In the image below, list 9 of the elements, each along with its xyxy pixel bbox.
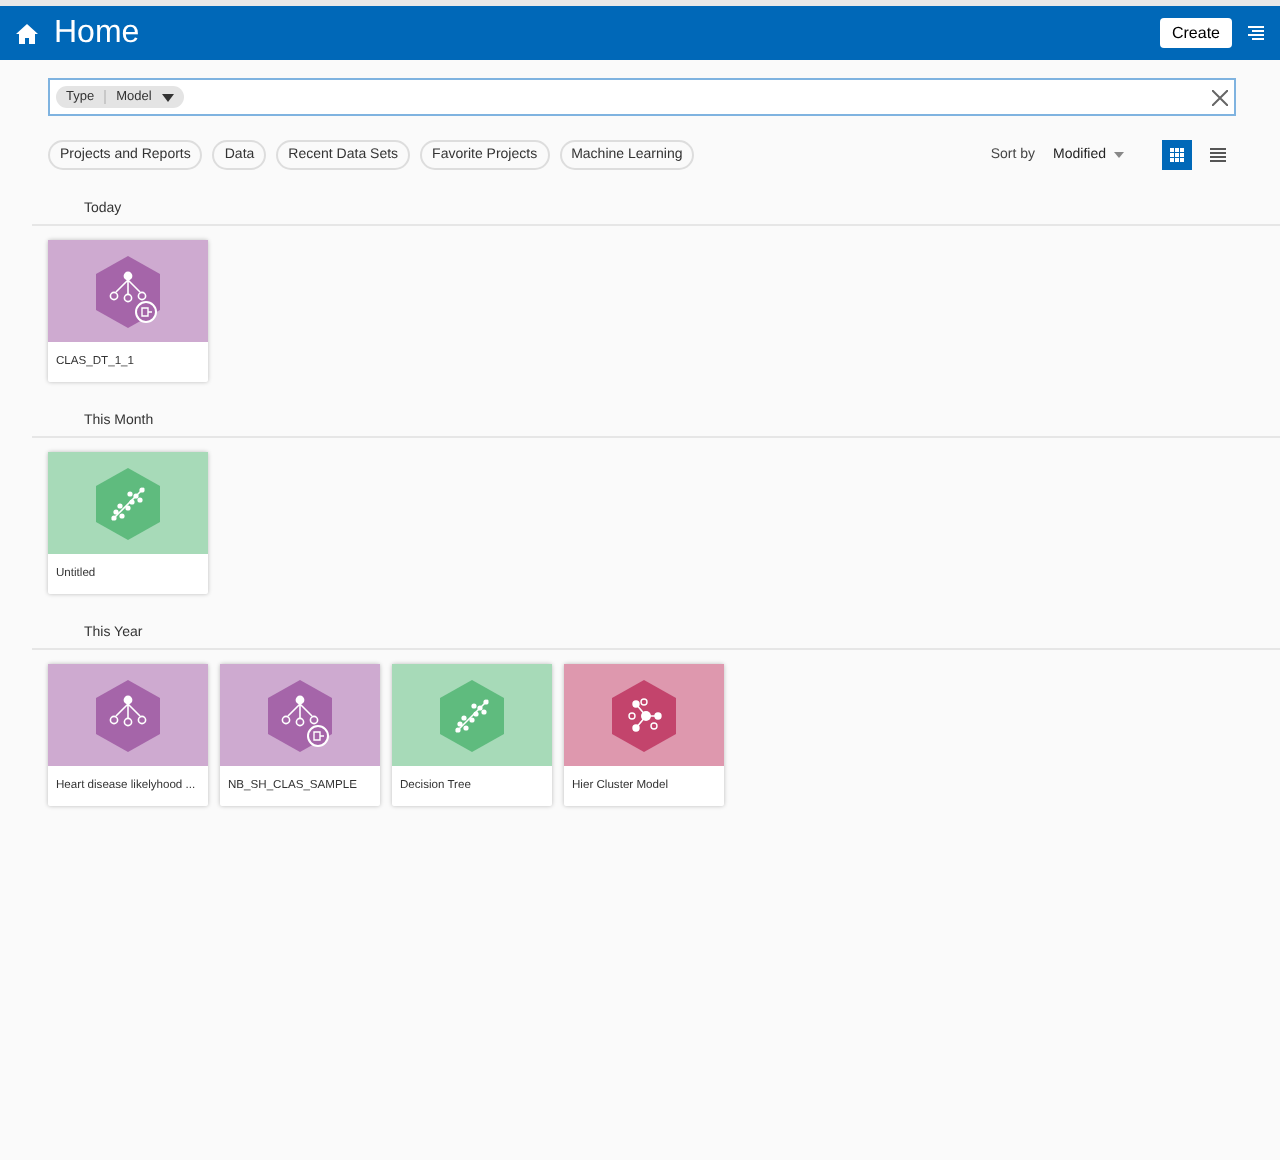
page-title: Home: [54, 15, 142, 51]
list-icon[interactable]: [1209, 148, 1225, 162]
home-icon[interactable]: [16, 23, 38, 43]
grid-view-button[interactable]: [1162, 140, 1192, 170]
caret-icon[interactable]: [161, 93, 174, 101]
menu-icon[interactable]: [1248, 26, 1264, 40]
grid-icon[interactable]: [1170, 148, 1184, 162]
create-button[interactable]: Create: [1159, 18, 1232, 48]
clear-icon[interactable]: [1212, 89, 1228, 105]
